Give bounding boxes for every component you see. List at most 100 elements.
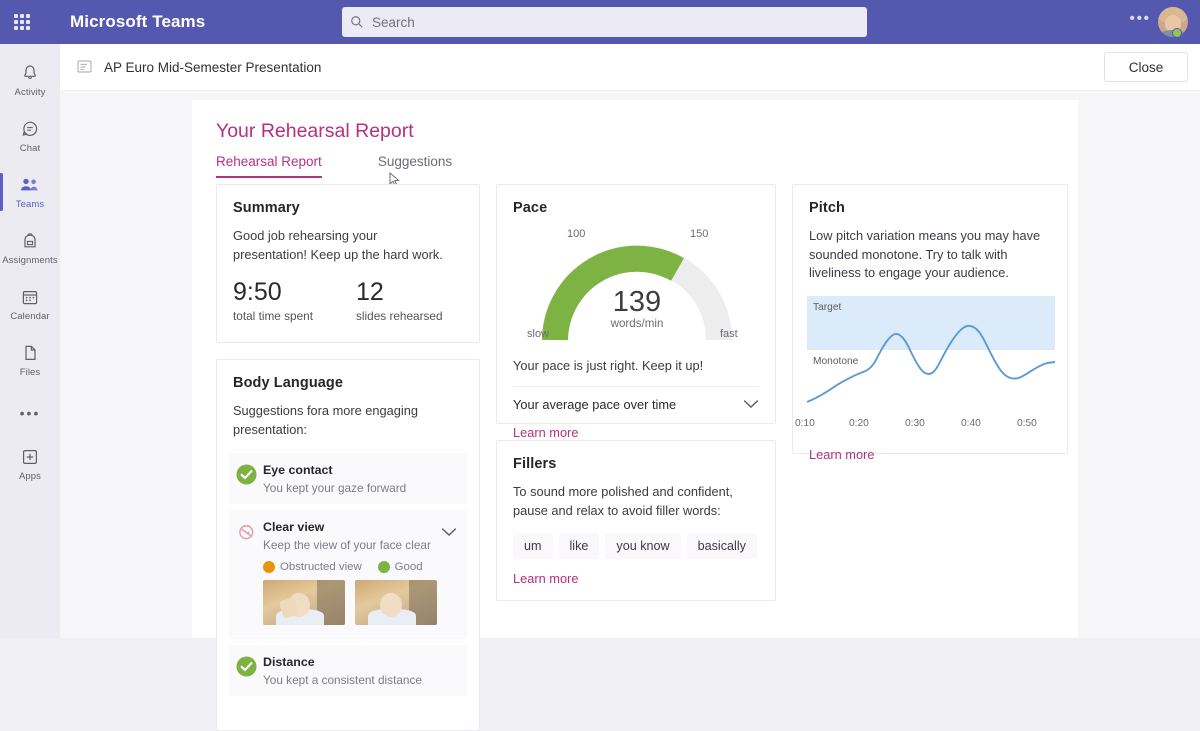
- pace-learn-more-link[interactable]: Learn more: [513, 425, 578, 440]
- check-circle-icon: [229, 461, 263, 485]
- calendar-icon: [20, 287, 40, 308]
- filler-chip[interactable]: basically: [687, 533, 757, 559]
- plus-square-icon: [20, 447, 40, 468]
- summary-heading: Summary: [233, 200, 479, 216]
- sidebar-item-calendar[interactable]: Calendar: [0, 278, 60, 330]
- stat-value: 12: [356, 278, 479, 306]
- obstructed-view-thumbnail[interactable]: [263, 580, 345, 625]
- sidebar-item-label: Calendar: [10, 311, 49, 322]
- search-box[interactable]: [342, 7, 867, 37]
- gauge-value: 139: [522, 287, 752, 317]
- pitch-learn-more-link[interactable]: Learn more: [809, 447, 874, 462]
- list-item-title: Distance: [263, 655, 315, 669]
- gauge-readout: 139 words/min: [522, 287, 752, 330]
- clear-view-thumbnails: [263, 580, 467, 625]
- rehearsal-report-panel: Your Rehearsal Report Rehearsal Report S…: [192, 100, 1078, 638]
- tab-suggestions[interactable]: Suggestions: [378, 152, 452, 178]
- warning-dot-icon: [263, 561, 275, 573]
- fillers-heading: Fillers: [513, 456, 775, 472]
- gauge-tick-150: 150: [690, 228, 708, 240]
- presentation-file-icon: [76, 58, 94, 76]
- chevron-down-icon[interactable]: [743, 397, 759, 412]
- pace-gauge-chart: 100 150 slow fast 139 words/min: [522, 232, 752, 348]
- list-item-title: Eye contact: [263, 463, 333, 477]
- left-rail: Activity Chat Teams: [0, 44, 60, 638]
- sidebar-item-files[interactable]: Files: [0, 334, 60, 386]
- people-icon: [19, 175, 41, 196]
- chat-bubble-icon: [20, 119, 40, 140]
- stat-label: slides rehearsed: [356, 309, 479, 323]
- subheader: AP Euro Mid-Semester Presentation Close: [60, 44, 1200, 91]
- sidebar-item-label: Assignments: [2, 255, 57, 266]
- body-language-card: Body Language Suggestions fora more enga…: [216, 359, 480, 731]
- stat-total-time: 9:50 total time spent: [233, 278, 356, 323]
- sidebar-item-chat[interactable]: Chat: [0, 110, 60, 162]
- filler-word-chips: um like you know basically: [513, 533, 775, 559]
- fillers-card: Fillers To sound more polished and confi…: [496, 440, 776, 601]
- fillers-body: To sound more polished and confident, pa…: [513, 483, 761, 520]
- pace-heading: Pace: [513, 200, 775, 216]
- list-item[interactable]: Eye contact You kept your gaze forward: [229, 453, 467, 504]
- backpack-icon: [20, 231, 40, 252]
- sidebar-item-label: Apps: [19, 471, 41, 482]
- file-icon: [20, 343, 40, 364]
- gauge-unit: words/min: [522, 317, 752, 330]
- stat-label: total time spent: [233, 309, 356, 323]
- sidebar-item-label: Activity: [15, 87, 46, 98]
- list-item[interactable]: Clear view Keep the view of your face cl…: [229, 510, 467, 639]
- good-dot-icon: [378, 561, 390, 573]
- summary-body: Good job rehearsing your presentation! K…: [233, 227, 448, 264]
- filler-chip[interactable]: you know: [605, 533, 680, 559]
- filler-chip[interactable]: um: [513, 533, 553, 559]
- sidebar-item-activity[interactable]: Activity: [0, 54, 60, 106]
- clear-view-legend: Obstructed view Good: [263, 561, 467, 573]
- x-tick: 0:30: [905, 418, 925, 429]
- list-item[interactable]: Distance You kept a consistent distance: [229, 645, 467, 696]
- x-tick: 0:50: [1017, 418, 1037, 429]
- report-title: Your Rehearsal Report: [216, 120, 414, 143]
- list-item-subtitle: You kept your gaze forward: [263, 481, 467, 495]
- list-item-subtitle: You kept a consistent distance: [263, 673, 467, 687]
- sidebar-more-apps-icon[interactable]: •••: [0, 390, 60, 436]
- x-tick: 0:10: [795, 418, 815, 429]
- more-options-icon[interactable]: •••: [1126, 8, 1154, 36]
- search-input[interactable]: [372, 15, 852, 30]
- sidebar-item-label: Files: [20, 367, 41, 378]
- pace-message: Your pace is just right. Keep it up!: [513, 358, 759, 373]
- x-tick: 0:40: [961, 418, 981, 429]
- status-badge: [1172, 28, 1182, 38]
- report-tabs: Rehearsal Report Suggestions: [216, 152, 452, 178]
- tab-rehearsal-report[interactable]: Rehearsal Report: [216, 152, 322, 178]
- check-circle-icon: [229, 653, 263, 677]
- bell-icon: [20, 63, 40, 84]
- page-title: AP Euro Mid-Semester Presentation: [104, 60, 321, 75]
- gauge-tick-100: 100: [567, 228, 585, 240]
- fillers-learn-more-link[interactable]: Learn more: [513, 571, 578, 586]
- pitch-card: Pitch Low pitch variation means you may …: [792, 184, 1068, 454]
- sidebar-item-label: Chat: [20, 143, 40, 154]
- sidebar-item-assignments[interactable]: Assignments: [0, 222, 60, 274]
- pitch-heading: Pitch: [809, 200, 1067, 216]
- sidebar-item-teams[interactable]: Teams: [0, 166, 60, 218]
- chevron-down-icon[interactable]: [441, 518, 467, 542]
- titlebar: Microsoft Teams •••: [0, 0, 1200, 44]
- pace-over-time-label: Your average pace over time: [513, 397, 676, 412]
- app-title: Microsoft Teams: [70, 12, 205, 32]
- legend-label-obstructed: Obstructed view: [280, 561, 362, 573]
- divider: [513, 386, 759, 387]
- pitch-body: Low pitch variation means you may have s…: [809, 227, 1047, 283]
- summary-card: Summary Good job rehearsing your present…: [216, 184, 480, 343]
- pitch-line-chart: Target Monotone: [807, 296, 1055, 414]
- sidebar-item-apps[interactable]: Apps: [0, 438, 60, 490]
- sidebar-item-label: Teams: [16, 199, 44, 210]
- body-language-heading: Body Language: [233, 375, 479, 391]
- good-view-thumbnail[interactable]: [355, 580, 437, 625]
- obstructed-face-icon: [229, 518, 263, 542]
- app-launcher-waffle-icon[interactable]: [0, 0, 44, 44]
- close-button[interactable]: Close: [1104, 52, 1188, 82]
- filler-chip[interactable]: like: [559, 533, 600, 559]
- content-area: Your Rehearsal Report Rehearsal Report S…: [60, 91, 1200, 638]
- pace-over-time-expander[interactable]: Your average pace over time: [513, 397, 759, 412]
- list-item-subtitle: Keep the view of your face clear: [263, 538, 441, 552]
- stat-slides-rehearsed: 12 slides rehearsed: [356, 278, 479, 323]
